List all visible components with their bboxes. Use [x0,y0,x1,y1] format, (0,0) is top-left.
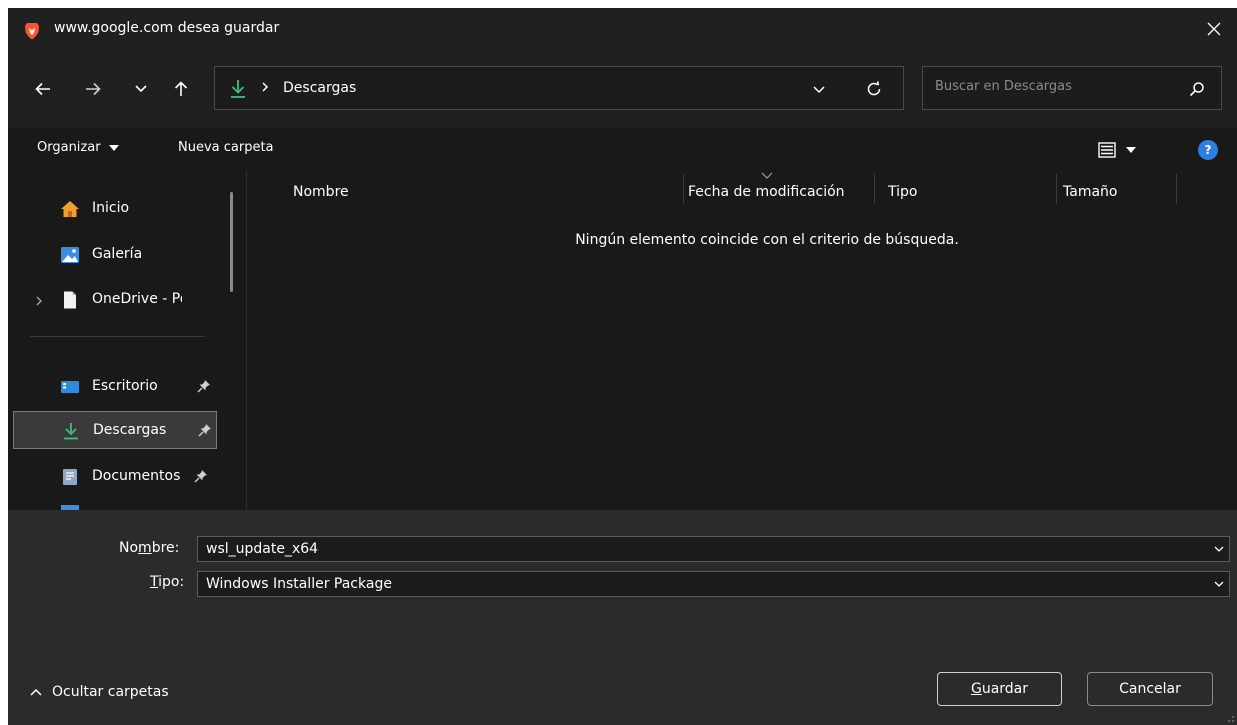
nav-item-partial[interactable] [13,500,217,510]
chevron-down-icon[interactable] [811,81,827,97]
file-type-select[interactable]: Windows Installer Package [197,571,1230,597]
empty-state-message: Ningún elemento coincide con el criterio… [575,232,959,248]
column-header-size[interactable]: Tamaño [1063,184,1117,200]
column-header-name[interactable]: Nombre [293,184,349,200]
nav-item-galeria[interactable]: Galería [13,236,217,274]
save-dialog: www.google.com desea guardar Descargas B… [8,8,1237,725]
column-separator[interactable] [874,174,875,204]
nav-item-label: Descargas [93,422,167,438]
arrow-left-icon [35,82,50,96]
file-list[interactable]: Nombre Fecha de modificación Tipo Tamaño… [247,170,1237,510]
back-button[interactable] [28,74,58,104]
search-input[interactable] [935,79,1165,94]
download-icon [64,423,78,440]
command-bar: Organizar Nueva carpeta ? [8,128,1237,170]
nav-scrollbar-thumb[interactable] [230,192,233,292]
pin-icon[interactable] [194,469,208,483]
organize-button[interactable]: Organizar [37,140,119,155]
file-name-label: Nombre: [119,540,180,556]
chevron-down-icon[interactable] [1213,543,1225,555]
caret-down-icon [108,144,119,151]
file-type-label: Tipo: [150,574,185,590]
nav-item-label: OneDrive - Pers [92,291,182,307]
file-name-combobox[interactable] [197,536,1230,562]
search-icon[interactable] [1189,81,1205,97]
chevron-down-icon [135,85,147,93]
column-header-type[interactable]: Tipo [888,184,917,200]
caret-down-icon [1126,147,1136,153]
file-type-value: Windows Installer Package [206,576,392,592]
breadcrumb-separator-icon [261,80,269,98]
column-separator[interactable] [1056,174,1057,204]
nav-item-descargas[interactable]: Descargas [13,411,217,449]
chevron-down-icon[interactable] [1213,578,1225,590]
chevron-right-icon[interactable] [35,295,43,307]
nav-item-inicio[interactable]: Inicio [13,190,217,228]
save-form: Nombre: Tipo: Windows Installer Package … [8,510,1237,725]
nav-item-documentos[interactable]: Documentos [13,458,217,496]
column-header-date[interactable]: Fecha de modificación [688,184,845,200]
arrow-up-icon [174,81,188,96]
nav-item-label: Documentos [92,468,181,484]
column-separator[interactable] [683,174,684,204]
nav-divider [30,336,205,337]
navigation-pane: Inicio Galería OneDrive - Pers [8,170,246,510]
search-box[interactable] [922,66,1222,110]
refresh-icon[interactable] [865,80,883,98]
file-name-input[interactable] [206,541,1166,557]
documents-icon [63,469,77,485]
pin-icon[interactable] [198,423,212,437]
breadcrumb-descargas[interactable]: Descargas [283,80,356,96]
organize-label: Organizar [37,140,101,155]
view-options-button[interactable] [1098,138,1154,162]
forward-button[interactable] [78,74,108,104]
navigation-bar: Descargas [8,50,1237,128]
home-icon [61,201,79,217]
details-view-icon [1098,142,1116,158]
save-button[interactable]: Guardar [937,672,1062,706]
brave-logo-icon [25,23,39,40]
gallery-icon [61,247,79,263]
column-separator[interactable] [1176,174,1177,204]
nav-item-onedrive[interactable]: OneDrive - Pers [13,281,217,319]
window-title: www.google.com desea guardar [54,20,280,36]
document-icon [64,291,76,309]
nav-item-escritorio[interactable]: Escritorio [13,368,217,406]
cancel-button[interactable]: Cancelar [1087,672,1213,706]
new-folder-button[interactable]: Nueva carpeta [178,140,274,155]
arrow-right-icon [86,82,101,96]
desktop-icon [61,381,79,393]
close-button[interactable] [1191,8,1237,50]
hide-folders-button[interactable]: Ocultar carpetas [30,684,169,700]
title-bar: www.google.com desea guardar [8,8,1237,50]
address-bar[interactable]: Descargas [214,66,904,110]
sort-chevron-icon [761,172,773,179]
download-icon [231,80,245,98]
close-icon [1207,22,1221,36]
hide-folders-label: Ocultar carpetas [52,684,169,700]
up-button[interactable] [166,74,196,104]
resize-grip-icon[interactable] [1227,715,1235,723]
nav-item-label: Galería [92,246,143,262]
nav-item-label: Inicio [92,200,130,216]
chevron-up-icon [30,688,42,696]
recent-locations-button[interactable] [126,74,156,104]
nav-item-label: Escritorio [92,378,158,394]
help-button[interactable]: ? [1198,140,1218,160]
pin-icon[interactable] [197,379,211,393]
